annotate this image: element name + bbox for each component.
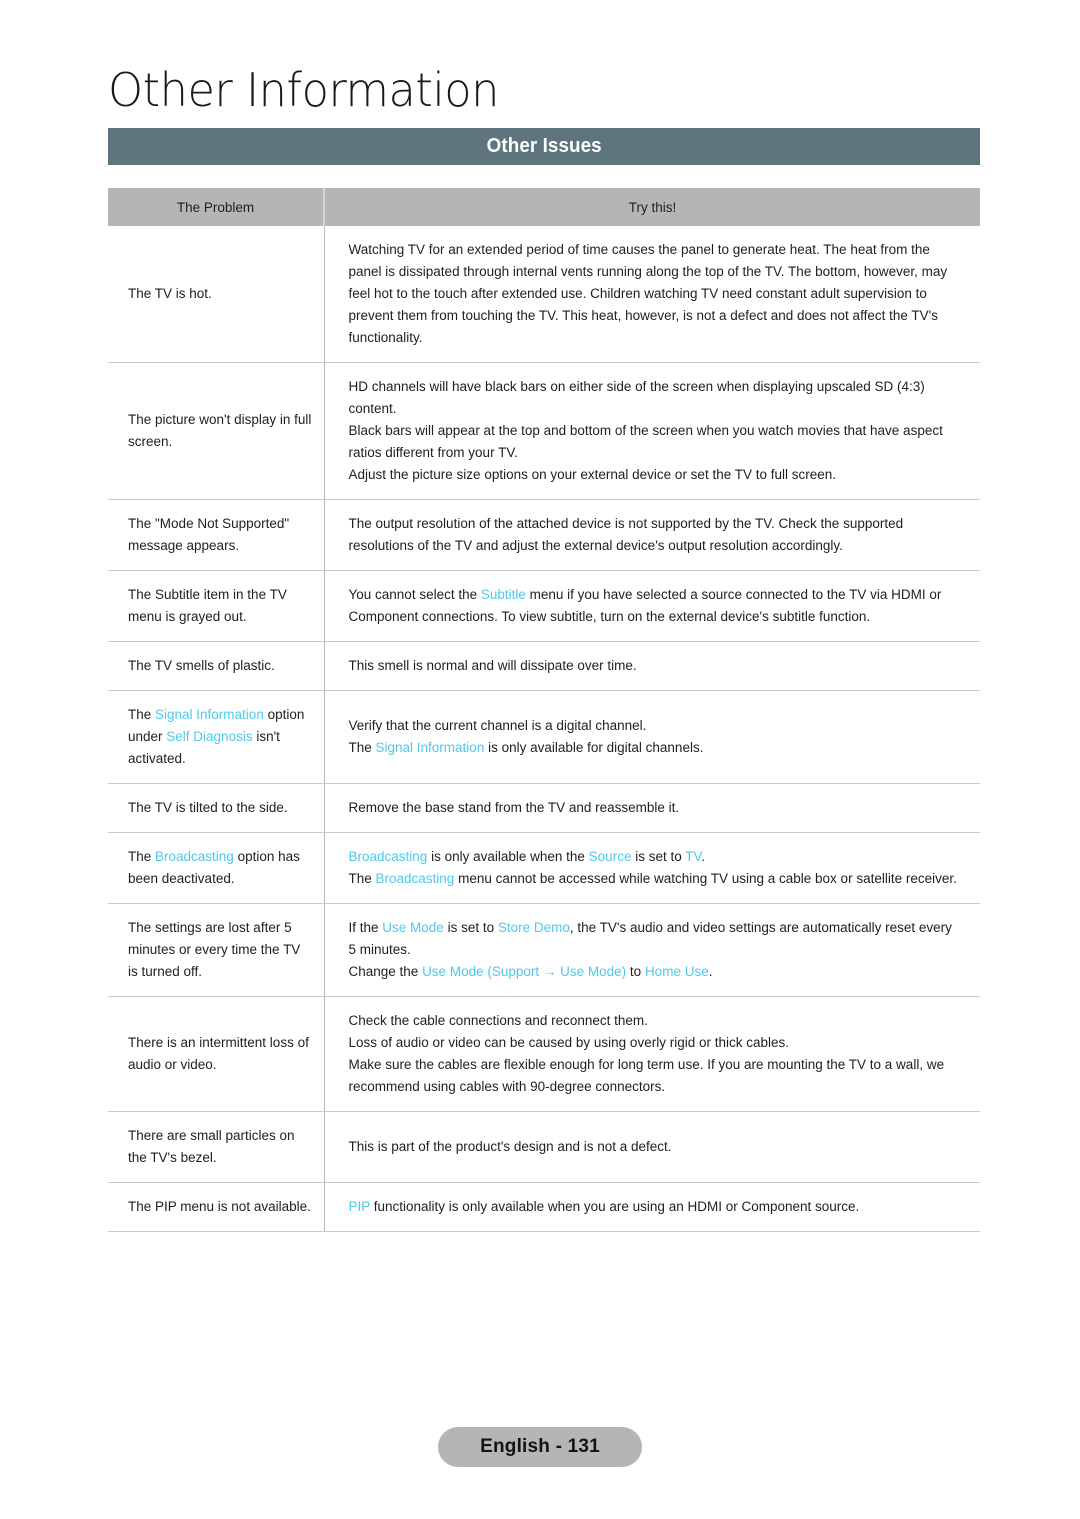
cell-try-this: Watching TV for an extended period of ti…: [324, 226, 980, 363]
section-title: Other Issues: [486, 135, 602, 157]
document-page: Other Information Other Issues The Probl…: [0, 0, 1080, 1519]
page-number-badge: English - 131: [438, 1427, 642, 1467]
column-header-try-this: Try this!: [324, 188, 980, 226]
table-row: The TV smells of plastic. This smell is n…: [108, 641, 980, 691]
table-row: The Broadcasting option has been deactiv…: [108, 832, 980, 904]
table-row: The settings are lost after 5 minutes or…: [108, 903, 980, 997]
cell-try-this: The output resolution of the attached de…: [324, 499, 980, 571]
cell-try-this: Check the cable connections and reconnec…: [324, 996, 980, 1112]
table-body: The TV is hot. Watching TV for an extende…: [108, 226, 980, 1232]
other-issues-table: The Problem Try this! The TV is hot. Watc…: [108, 188, 980, 1232]
table-row: The TV is hot. Watching TV for an extende…: [108, 226, 980, 363]
cell-problem: The Broadcasting option has been deactiv…: [108, 832, 325, 904]
cell-problem: There is an intermittent loss of audio o…: [108, 996, 325, 1112]
table-row: The Subtitle item in the TV menu is gray…: [108, 570, 980, 642]
page-title: Other Information: [108, 63, 499, 117]
table-row: There is an intermittent loss of audio o…: [108, 996, 980, 1112]
table-row: The "Mode Not Supported" message appears…: [108, 499, 980, 571]
cell-problem: The Subtitle item in the TV menu is gray…: [108, 570, 325, 642]
cell-try-this: HD channels will have black bars on eith…: [324, 362, 980, 500]
cell-try-this: Broadcasting is only available when the …: [324, 832, 980, 904]
cell-problem: The TV smells of plastic.: [108, 641, 325, 691]
page-footer: English - 131: [0, 1427, 1080, 1467]
cell-try-this: Verify that the current channel is a dig…: [324, 690, 980, 784]
cell-problem: The TV is tilted to the side.: [108, 783, 325, 833]
cell-problem: The PIP menu is not available.: [108, 1182, 325, 1232]
table-header: The Problem Try this!: [108, 188, 980, 226]
cell-problem: The settings are lost after 5 minutes or…: [108, 903, 325, 997]
cell-try-this: You cannot select the Subtitle menu if y…: [324, 570, 980, 642]
table-row: The PIP menu is not available. PIP functi…: [108, 1182, 980, 1232]
cell-try-this: This is part of the product's design and…: [324, 1111, 980, 1183]
column-header-problem: The Problem: [108, 188, 325, 226]
cell-problem: The picture won't display in full screen…: [108, 362, 325, 500]
cell-try-this: Remove the base stand from the TV and re…: [324, 783, 980, 833]
section-header-bar: Other Issues: [108, 128, 980, 165]
cell-problem: There are small particles on the TV's be…: [108, 1111, 325, 1183]
table-row: The Signal Information option under Self…: [108, 690, 980, 784]
cell-problem: The "Mode Not Supported" message appears…: [108, 499, 325, 571]
table-row: The picture won't display in full screen…: [108, 362, 980, 500]
table-header-row: The Problem Try this!: [108, 188, 980, 226]
cell-problem: The TV is hot.: [108, 226, 325, 363]
cell-try-this: If the Use Mode is set to Store Demo, th…: [324, 903, 980, 997]
table-row: There are small particles on the TV's be…: [108, 1111, 980, 1183]
table-row: The TV is tilted to the side. Remove the …: [108, 783, 980, 833]
cell-try-this: This smell is normal and will dissipate …: [324, 641, 980, 691]
cell-try-this: PIP functionality is only available when…: [324, 1182, 980, 1232]
cell-problem: The Signal Information option under Self…: [108, 690, 325, 784]
